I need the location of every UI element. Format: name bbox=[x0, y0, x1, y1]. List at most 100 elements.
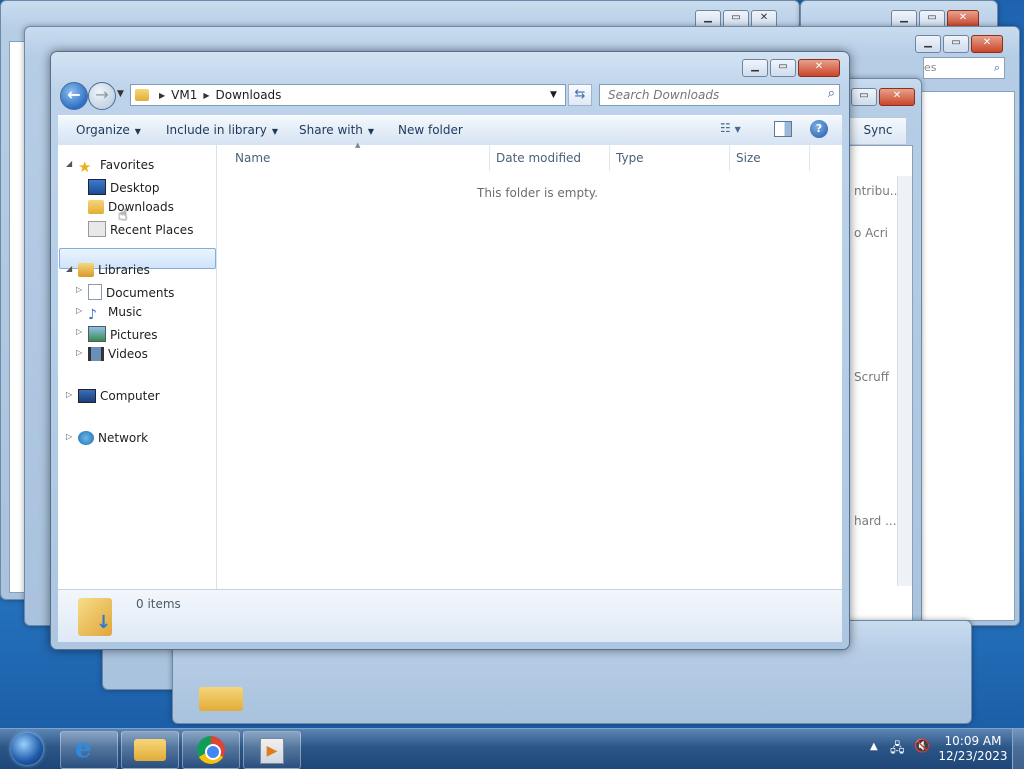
hand-cursor-icon: ☝ bbox=[118, 205, 128, 224]
sync-tab[interactable]: Sync bbox=[849, 117, 907, 145]
address-bar[interactable]: ▶ VM1 ▶ Downloads bbox=[130, 84, 566, 106]
close-icon[interactable]: ✕ bbox=[879, 88, 915, 106]
forward-button[interactable]: → bbox=[88, 82, 116, 110]
folder-icon bbox=[135, 89, 149, 101]
share-with-label: Share with bbox=[299, 123, 363, 137]
internet-explorer-icon: e bbox=[75, 734, 92, 764]
expand-arrow-icon[interactable]: ◢ bbox=[66, 159, 72, 168]
caption-buttons: ▁ ▭ ✕ bbox=[742, 59, 840, 77]
navigation-bar: ← → ▼ ▶ VM1 ▶ Downloads ▼ ⇆ ⌕ bbox=[58, 79, 842, 115]
favorites-label: Favorites bbox=[100, 158, 155, 172]
tree-item-recent-places[interactable]: Recent Places bbox=[88, 221, 193, 237]
tree-item-desktop[interactable]: Desktop bbox=[88, 179, 160, 195]
column-header-name[interactable]: Name bbox=[235, 151, 270, 165]
folder-icon bbox=[199, 687, 243, 711]
column-header-type[interactable]: Type bbox=[616, 151, 644, 165]
expand-arrow-icon[interactable]: ▷ bbox=[76, 327, 82, 336]
bg3-search-field[interactable]: es ⌕ bbox=[923, 57, 1005, 79]
volume-muted-icon[interactable]: 🔇 bbox=[914, 739, 930, 754]
tree-item-pictures[interactable]: ▷ Pictures bbox=[76, 326, 158, 342]
chevron-down-icon: ▼ bbox=[367, 127, 375, 136]
folder-icon bbox=[134, 739, 166, 761]
share-with-button[interactable]: Share with ▼ bbox=[299, 123, 374, 137]
explorer-window[interactable]: ▁ ▭ ✕ ← → ▼ ▶ VM1 ▶ Downloads ▼ ⇆ ⌕ Orga… bbox=[50, 51, 850, 650]
taskbar-chrome[interactable] bbox=[182, 731, 240, 769]
pictures-label: Pictures bbox=[110, 328, 158, 342]
tree-item-videos[interactable]: ▷ Videos bbox=[76, 347, 148, 361]
tree-network[interactable]: ▷ Network bbox=[66, 431, 149, 445]
refresh-button[interactable]: ⇆ bbox=[568, 84, 592, 106]
search-box[interactable]: ⌕ bbox=[599, 84, 840, 106]
column-header-size[interactable]: Size bbox=[736, 151, 761, 165]
back-button[interactable]: ← bbox=[60, 82, 88, 110]
tree-libraries[interactable]: ◢ Libraries bbox=[66, 263, 150, 277]
network-icon bbox=[78, 431, 94, 445]
breadcrumb-arrow-icon[interactable]: ▶ bbox=[159, 91, 165, 100]
expand-arrow-icon[interactable]: ◢ bbox=[66, 264, 72, 273]
system-clock[interactable]: 10:09 AM 12/23/2023 bbox=[938, 734, 1008, 764]
taskbar-media-player[interactable]: ▶ bbox=[243, 731, 301, 769]
maximize-icon[interactable]: ▭ bbox=[943, 35, 969, 53]
help-icon[interactable]: ? bbox=[810, 120, 828, 138]
libraries-icon bbox=[78, 263, 94, 277]
command-bar: Organize ▼ Include in library ▼ Share with… bbox=[58, 115, 842, 147]
tree-item-documents[interactable]: ▷ Documents bbox=[76, 284, 174, 300]
column-separator[interactable] bbox=[809, 145, 810, 171]
empty-folder-message: This folder is empty. bbox=[477, 186, 598, 200]
computer-label: Computer bbox=[100, 389, 160, 403]
chrome-center-icon bbox=[205, 744, 221, 760]
expand-arrow-icon[interactable]: ▷ bbox=[66, 390, 72, 399]
column-header-date-modified[interactable]: Date modified bbox=[496, 151, 581, 165]
maximize-icon[interactable]: ▭ bbox=[851, 88, 877, 106]
column-separator[interactable] bbox=[489, 145, 490, 171]
details-pane: ↓ 0 items bbox=[58, 589, 842, 642]
recent-pages-dropdown-icon[interactable]: ▼ bbox=[117, 89, 124, 99]
breadcrumb-downloads[interactable]: Downloads bbox=[216, 88, 282, 102]
expand-arrow-icon[interactable]: ▷ bbox=[76, 306, 82, 315]
new-folder-button[interactable]: New folder bbox=[398, 123, 463, 137]
search-input[interactable] bbox=[606, 87, 820, 103]
clock-date: 12/23/2023 bbox=[938, 749, 1008, 763]
tree-computer[interactable]: ▷ Computer bbox=[66, 389, 160, 403]
windows-logo-icon bbox=[11, 733, 43, 765]
tree-favorites[interactable]: ◢ ★ Favorites bbox=[66, 158, 155, 176]
start-button[interactable] bbox=[2, 729, 52, 769]
bg4-scrollbar[interactable] bbox=[897, 176, 912, 586]
libraries-label: Libraries bbox=[98, 263, 150, 277]
tree-item-downloads[interactable]: Downloads bbox=[88, 200, 174, 214]
show-desktop-button[interactable] bbox=[1012, 729, 1024, 769]
minimize-icon[interactable]: ▁ bbox=[915, 35, 941, 53]
taskbar-windows-explorer[interactable] bbox=[121, 731, 179, 769]
sort-arrow-icon: ▲ bbox=[355, 141, 361, 149]
expand-arrow-icon[interactable]: ▷ bbox=[76, 285, 82, 294]
taskbar-internet-explorer[interactable]: e bbox=[60, 731, 118, 769]
tree-item-music[interactable]: ▷ ♪ Music bbox=[76, 305, 142, 323]
videos-label: Videos bbox=[108, 347, 148, 361]
expand-arrow-icon[interactable]: ▷ bbox=[76, 348, 82, 357]
show-hidden-icons[interactable]: ▲ bbox=[870, 741, 878, 752]
chevron-down-icon: ▼ bbox=[271, 127, 279, 136]
network-tray-icon[interactable]: 🖧 bbox=[890, 739, 905, 761]
close-icon[interactable]: ✕ bbox=[798, 59, 840, 77]
pictures-icon bbox=[88, 326, 106, 342]
file-list[interactable]: Name ▲ Date modified Type Size This fold… bbox=[217, 141, 842, 589]
address-history-dropdown-icon[interactable]: ▼ bbox=[550, 90, 557, 100]
breadcrumb-vm1[interactable]: VM1 bbox=[171, 88, 197, 102]
clock-time: 10:09 AM bbox=[944, 734, 1002, 748]
bg4-text-1: ntribu... bbox=[854, 184, 902, 198]
column-separator[interactable] bbox=[609, 145, 610, 171]
maximize-icon[interactable]: ▭ bbox=[770, 59, 796, 77]
column-separator[interactable] bbox=[729, 145, 730, 171]
organize-label: Organize bbox=[76, 123, 130, 137]
bg4-content: ntribu... o Acri Scruff hard ... bbox=[849, 145, 913, 623]
minimize-icon[interactable]: ▁ bbox=[742, 59, 768, 77]
include-in-library-button[interactable]: Include in library ▼ bbox=[166, 123, 278, 137]
expand-arrow-icon[interactable]: ▷ bbox=[66, 432, 72, 441]
change-view-icon[interactable]: ☷ ▼ bbox=[720, 121, 741, 135]
organize-button[interactable]: Organize ▼ bbox=[76, 123, 141, 137]
preview-pane-icon[interactable] bbox=[774, 121, 792, 137]
search-icon[interactable]: ⌕ bbox=[828, 86, 835, 101]
close-icon[interactable]: ✕ bbox=[971, 35, 1003, 53]
network-label: Network bbox=[98, 431, 149, 445]
breadcrumb-arrow-icon[interactable]: ▶ bbox=[203, 91, 209, 100]
